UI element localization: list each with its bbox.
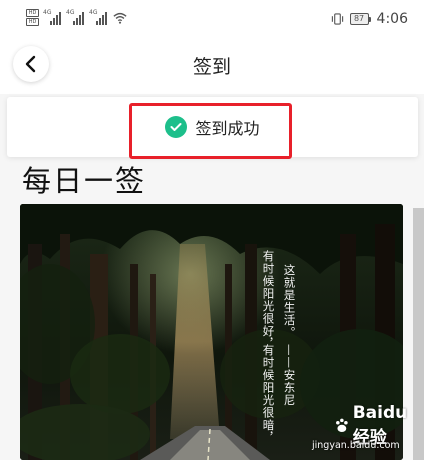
watermark-url: jingyan.baidu.com bbox=[312, 440, 400, 451]
page-title: 签到 bbox=[192, 56, 231, 78]
status-right: 87 4:06 bbox=[331, 11, 408, 27]
vibrate-icon bbox=[331, 13, 343, 25]
hd-badges: HD HD bbox=[26, 9, 39, 26]
signal-label: 4G bbox=[66, 8, 75, 16]
signal-icon: 4G bbox=[43, 8, 62, 25]
battery-icon: 87 bbox=[349, 13, 371, 25]
poem-line: 这就是生活。 bbox=[282, 264, 297, 339]
poem-line: 有时候阳光很好， bbox=[261, 250, 276, 350]
daily-sign-title: 每日一签 bbox=[22, 164, 147, 198]
status-time: 4:06 bbox=[376, 11, 408, 27]
app-header: 签到 bbox=[0, 38, 424, 94]
hd-badge: HD bbox=[26, 9, 39, 17]
baidu-paw-icon bbox=[336, 418, 348, 432]
signal-icon: 4G bbox=[89, 8, 108, 25]
wifi-icon bbox=[113, 12, 127, 24]
signal-icon: 4G bbox=[66, 8, 85, 25]
status-left: HD HD 4G 4G 4G bbox=[26, 9, 127, 26]
battery-level: 87 bbox=[349, 13, 369, 25]
hd-badge: HD bbox=[26, 18, 39, 26]
poem-line: 有时候阳光很暗， bbox=[261, 344, 276, 444]
poem-author: ——安东尼 bbox=[282, 344, 297, 407]
status-bar: HD HD 4G 4G 4G 87 4:06 bbox=[0, 0, 424, 38]
signal-label: 4G bbox=[43, 8, 52, 16]
highlight-annotation-box bbox=[129, 103, 292, 159]
signal-label: 4G bbox=[89, 8, 98, 16]
